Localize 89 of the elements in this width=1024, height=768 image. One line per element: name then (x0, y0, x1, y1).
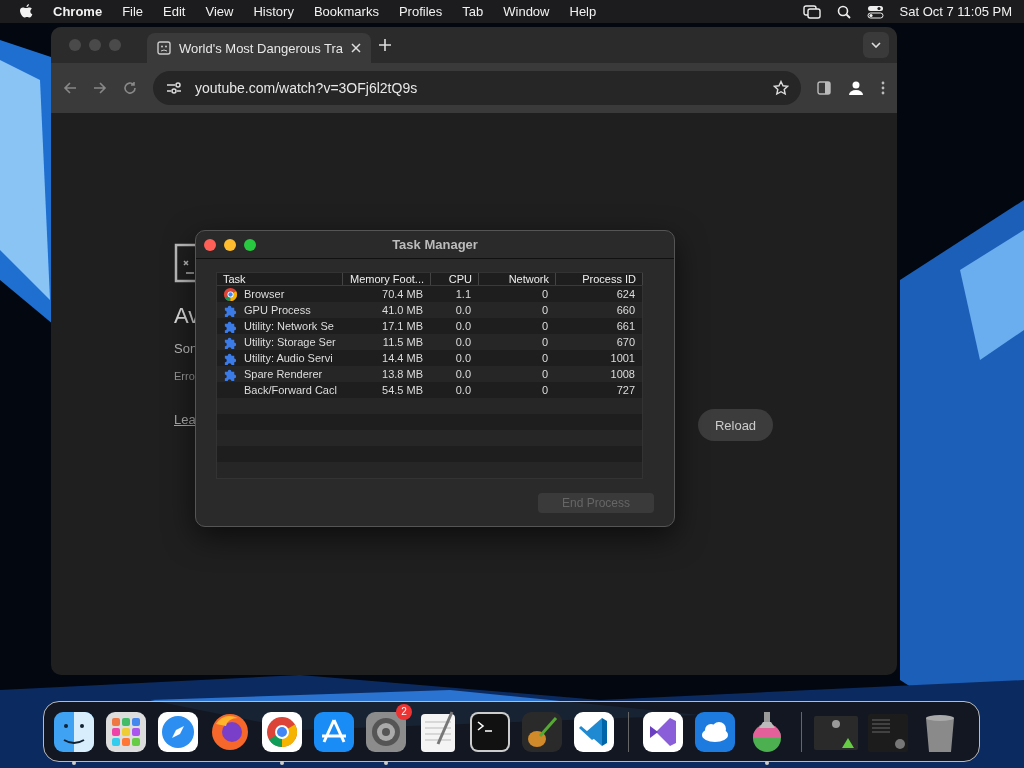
column-header[interactable]: CPU (431, 273, 479, 285)
table-cell: Browser (244, 288, 285, 300)
column-header[interactable]: Task (217, 273, 343, 285)
table-cell: Utility: Storage Ser (244, 336, 336, 348)
table-cell-text: 54.5 MB (381, 384, 424, 396)
table-cell-text: 0 (540, 384, 549, 396)
table-cell-text: 17.1 MB (381, 320, 424, 332)
side-panel-icon[interactable] (817, 81, 831, 95)
weather-app-icon[interactable] (693, 709, 737, 754)
windows-icon[interactable] (802, 4, 821, 19)
terminal-app-icon[interactable] (468, 709, 512, 754)
table-cell-text: 0 (540, 304, 549, 316)
reload-button[interactable]: Reload (698, 409, 773, 441)
table-cell: Back/Forward Cacl (244, 384, 337, 396)
column-header[interactable]: Memory Foot... (343, 273, 431, 285)
close-icon[interactable] (351, 43, 361, 53)
apple-icon[interactable] (20, 4, 33, 19)
new-tab-button[interactable] (379, 39, 391, 51)
launchpad-app-icon[interactable] (104, 709, 148, 754)
table-cell-text: 14.4 MB (381, 352, 424, 364)
table-cell-text: 0 (540, 352, 549, 364)
table-cell-text: 0.0 (454, 352, 472, 364)
menu-item[interactable]: Window (503, 4, 550, 19)
table-cell-text: 661 (615, 320, 636, 332)
menu-item[interactable]: History (253, 4, 294, 19)
site-settings-icon[interactable] (165, 80, 183, 96)
column-header[interactable]: Network (479, 273, 556, 285)
chevron-icon[interactable] (871, 42, 881, 48)
profile-icon[interactable] (847, 79, 865, 97)
table-cell-text: 0.0 (454, 336, 472, 348)
reload-icon[interactable] (123, 81, 137, 95)
forward-icon[interactable] (93, 81, 107, 95)
back-icon[interactable] (63, 81, 77, 95)
safari-app-icon[interactable] (156, 709, 200, 754)
window-title: Task Manager (392, 237, 478, 252)
table-cell-text: 0.0 (454, 384, 472, 396)
column-header[interactable]: Process ID (556, 273, 643, 285)
notification-badge: 2 (396, 703, 412, 720)
table-cell-text: 624 (615, 288, 636, 300)
more-icon[interactable] (881, 81, 885, 95)
table-cell-text: 1.1 (454, 288, 472, 300)
menu-item[interactable]: Edit (163, 4, 186, 19)
table-cell-text: 0.0 (454, 368, 472, 380)
close-button[interactable] (204, 238, 216, 251)
vscode-app-icon[interactable] (572, 709, 616, 754)
guitar-app-icon[interactable] (520, 709, 564, 754)
table-cell: Utility: Network Se (244, 320, 334, 332)
table-cell-text: 670 (615, 336, 636, 348)
table-cell: GPU Process (244, 304, 311, 316)
menu-item[interactable]: Tab (462, 4, 484, 19)
app-menu[interactable]: Chrome (53, 4, 103, 19)
table-cell-text: 0 (540, 288, 549, 300)
table-cell-text: 0 (540, 336, 549, 348)
table-cell-text: 0 (540, 368, 549, 380)
table-cell-text: 1008 (609, 368, 636, 380)
table-cell-text: 727 (615, 384, 636, 396)
table-cell-text: 660 (615, 304, 636, 316)
settings-app-icon[interactable] (364, 709, 408, 754)
table-cell-text: 11.5 MB (381, 336, 424, 348)
sad-page-icon (157, 41, 171, 55)
chrome-app-icon[interactable] (260, 709, 304, 754)
finder-app-icon[interactable] (52, 709, 96, 754)
menu-item[interactable]: View (205, 4, 234, 19)
table-cell: Spare Renderer (244, 368, 323, 380)
clock[interactable]: Sat Oct 7 11:05 PM (899, 4, 1012, 19)
menu-item[interactable]: File (122, 4, 144, 19)
appstore-app-icon[interactable] (312, 709, 356, 754)
table-cell-text: 0.0 (454, 304, 472, 316)
search-icon[interactable] (836, 4, 851, 19)
table-cell-text: 70.4 MB (381, 288, 424, 300)
chrome-icon (223, 286, 238, 302)
tab-search-button[interactable] (863, 32, 889, 58)
zoom-button[interactable] (244, 238, 256, 251)
visualstudio-app-icon[interactable] (641, 709, 685, 754)
table-cell: Utility: Audio Servi (244, 352, 333, 364)
table-cell-text: 13.8 MB (381, 368, 424, 380)
table-cell-text: 0 (540, 320, 549, 332)
table-cell-text: 0.0 (454, 320, 472, 332)
table-cell-text: 1001 (609, 352, 636, 364)
menu-item[interactable]: Bookmarks (313, 4, 379, 19)
menu-item[interactable]: Help (569, 4, 597, 19)
address-bar[interactable]: youtube.com/watch?v=3OFj6l2tQ9s (153, 71, 801, 105)
table-cell-text: 41.0 MB (381, 304, 424, 316)
error-code: Erro (174, 370, 196, 382)
browser-tab[interactable]: World's Most Dangerous Tra (147, 33, 371, 63)
star-icon[interactable] (773, 80, 789, 96)
control-center-icon[interactable] (866, 4, 884, 19)
minimize-button[interactable] (224, 238, 236, 251)
menu-item[interactable]: Profiles (398, 4, 443, 19)
